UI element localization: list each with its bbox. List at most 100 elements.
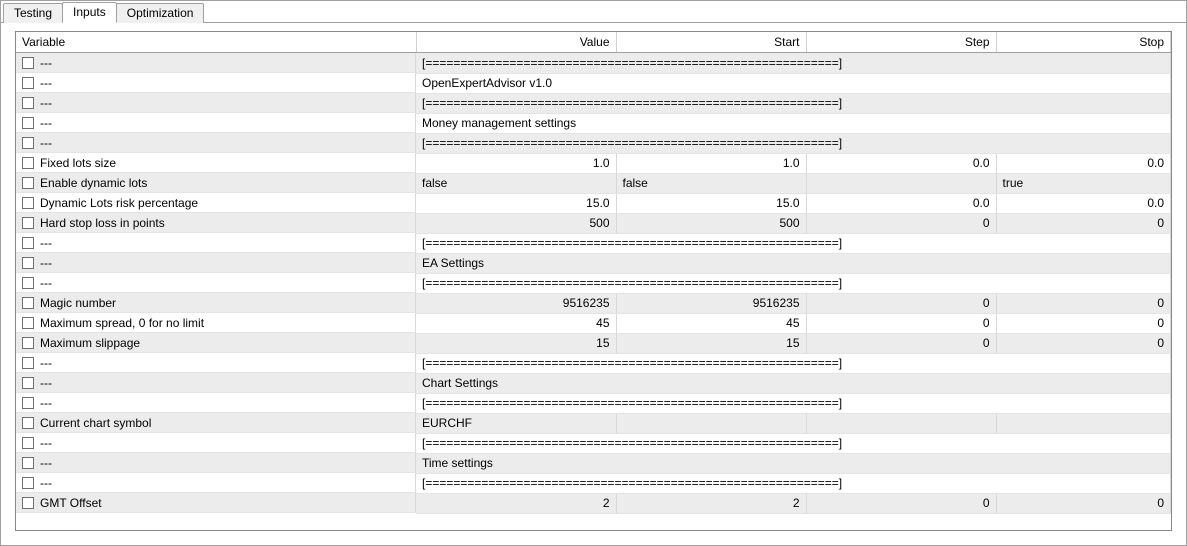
start-cell[interactable]: 1.0 xyxy=(616,153,806,173)
stop-cell[interactable]: 0 xyxy=(996,213,1171,233)
value-cell[interactable]: EURCHF xyxy=(416,413,616,433)
start-cell[interactable]: false xyxy=(616,173,806,193)
separator-cell[interactable]: [=======================================… xyxy=(416,133,1171,153)
stop-cell[interactable]: 0 xyxy=(996,313,1171,333)
table-row[interactable]: ---OpenExpertAdvisor v1.0 xyxy=(16,73,1171,93)
variable-cell[interactable]: --- xyxy=(16,133,416,153)
variable-cell[interactable]: --- xyxy=(16,113,416,133)
variable-cell[interactable]: --- xyxy=(16,53,416,73)
step-cell[interactable]: 0 xyxy=(806,333,996,353)
step-cell[interactable] xyxy=(806,173,996,193)
value-cell[interactable]: 500 xyxy=(416,213,616,233)
start-cell[interactable]: 45 xyxy=(616,313,806,333)
value-cell[interactable]: 15 xyxy=(416,333,616,353)
table-row[interactable]: Current chart symbolEURCHF xyxy=(16,413,1171,433)
start-cell[interactable]: 15 xyxy=(616,333,806,353)
stop-cell[interactable]: 0.0 xyxy=(996,153,1171,173)
tab-inputs[interactable]: Inputs xyxy=(62,2,117,23)
tab-optimization[interactable]: Optimization xyxy=(116,3,205,23)
step-cell[interactable]: 0 xyxy=(806,293,996,313)
table-row[interactable]: GMT Offset2200 xyxy=(16,493,1171,513)
value-cell[interactable]: false xyxy=(416,173,616,193)
optimize-checkbox[interactable] xyxy=(22,237,34,249)
value-cell[interactable]: 15.0 xyxy=(416,193,616,213)
variable-cell[interactable]: Magic number xyxy=(16,293,416,313)
variable-cell[interactable]: Hard stop loss in points xyxy=(16,213,416,233)
optimize-checkbox[interactable] xyxy=(22,137,34,149)
separator-cell[interactable]: [=======================================… xyxy=(416,353,1171,373)
section-title-cell[interactable]: Time settings xyxy=(416,453,1171,473)
section-title-cell[interactable]: OpenExpertAdvisor v1.0 xyxy=(416,73,1171,93)
variable-cell[interactable]: --- xyxy=(16,353,416,373)
variable-cell[interactable]: --- xyxy=(16,273,416,293)
value-cell[interactable]: 1.0 xyxy=(416,153,616,173)
optimize-checkbox[interactable] xyxy=(22,357,34,369)
optimize-checkbox[interactable] xyxy=(22,97,34,109)
col-start[interactable]: Start xyxy=(616,32,806,53)
separator-cell[interactable]: [=======================================… xyxy=(416,93,1171,113)
start-cell[interactable]: 9516235 xyxy=(616,293,806,313)
optimize-checkbox[interactable] xyxy=(22,197,34,209)
table-row[interactable]: ---EA Settings xyxy=(16,253,1171,273)
optimize-checkbox[interactable] xyxy=(22,157,34,169)
start-cell[interactable] xyxy=(616,413,806,433)
start-cell[interactable]: 2 xyxy=(616,493,806,513)
optimize-checkbox[interactable] xyxy=(22,177,34,189)
table-row[interactable]: ---[====================================… xyxy=(16,433,1171,453)
optimize-checkbox[interactable] xyxy=(22,57,34,69)
separator-cell[interactable]: [=======================================… xyxy=(416,233,1171,253)
start-cell[interactable]: 15.0 xyxy=(616,193,806,213)
stop-cell[interactable]: 0 xyxy=(996,493,1171,513)
variable-cell[interactable]: Dynamic Lots risk percentage xyxy=(16,193,416,213)
value-cell[interactable]: 9516235 xyxy=(416,293,616,313)
table-row[interactable]: ---[====================================… xyxy=(16,93,1171,113)
variable-cell[interactable]: --- xyxy=(16,473,416,493)
col-variable[interactable]: Variable xyxy=(16,32,416,53)
optimize-checkbox[interactable] xyxy=(22,337,34,349)
variable-cell[interactable]: --- xyxy=(16,73,416,93)
optimize-checkbox[interactable] xyxy=(22,397,34,409)
optimize-checkbox[interactable] xyxy=(22,257,34,269)
value-cell[interactable]: 45 xyxy=(416,313,616,333)
table-row[interactable]: ---Money management settings xyxy=(16,113,1171,133)
optimize-checkbox[interactable] xyxy=(22,317,34,329)
separator-cell[interactable]: [=======================================… xyxy=(416,53,1171,74)
section-title-cell[interactable]: Chart Settings xyxy=(416,373,1171,393)
table-row[interactable]: ---[====================================… xyxy=(16,53,1171,74)
separator-cell[interactable]: [=======================================… xyxy=(416,433,1171,453)
variable-cell[interactable]: Maximum slippage xyxy=(16,333,416,353)
separator-cell[interactable]: [=======================================… xyxy=(416,473,1171,493)
table-row[interactable]: ---[====================================… xyxy=(16,353,1171,373)
table-row[interactable]: Fixed lots size1.01.00.00.0 xyxy=(16,153,1171,173)
stop-cell[interactable]: 0 xyxy=(996,293,1171,313)
variable-cell[interactable]: --- xyxy=(16,373,416,393)
value-cell[interactable]: 2 xyxy=(416,493,616,513)
step-cell[interactable]: 0 xyxy=(806,493,996,513)
optimize-checkbox[interactable] xyxy=(22,437,34,449)
separator-cell[interactable]: [=======================================… xyxy=(416,393,1171,413)
table-row[interactable]: Hard stop loss in points50050000 xyxy=(16,213,1171,233)
col-step[interactable]: Step xyxy=(806,32,996,53)
step-cell[interactable]: 0.0 xyxy=(806,193,996,213)
stop-cell[interactable]: 0.0 xyxy=(996,193,1171,213)
optimize-checkbox[interactable] xyxy=(22,497,34,509)
variable-cell[interactable]: GMT Offset xyxy=(16,493,416,513)
step-cell[interactable] xyxy=(806,413,996,433)
variable-cell[interactable]: --- xyxy=(16,93,416,113)
step-cell[interactable]: 0 xyxy=(806,313,996,333)
table-row[interactable]: ---Time settings xyxy=(16,453,1171,473)
table-row[interactable]: ---[====================================… xyxy=(16,273,1171,293)
section-title-cell[interactable]: Money management settings xyxy=(416,113,1171,133)
variable-cell[interactable]: Fixed lots size xyxy=(16,153,416,173)
stop-cell[interactable] xyxy=(996,413,1171,433)
optimize-checkbox[interactable] xyxy=(22,117,34,129)
stop-cell[interactable]: 0 xyxy=(996,333,1171,353)
tab-testing[interactable]: Testing xyxy=(3,3,63,23)
variable-cell[interactable]: --- xyxy=(16,393,416,413)
variable-cell[interactable]: --- xyxy=(16,433,416,453)
stop-cell[interactable]: true xyxy=(996,173,1171,193)
variable-cell[interactable]: Enable dynamic lots xyxy=(16,173,416,193)
table-row[interactable]: Dynamic Lots risk percentage15.015.00.00… xyxy=(16,193,1171,213)
variable-cell[interactable]: --- xyxy=(16,233,416,253)
table-row[interactable]: Maximum spread, 0 for no limit454500 xyxy=(16,313,1171,333)
